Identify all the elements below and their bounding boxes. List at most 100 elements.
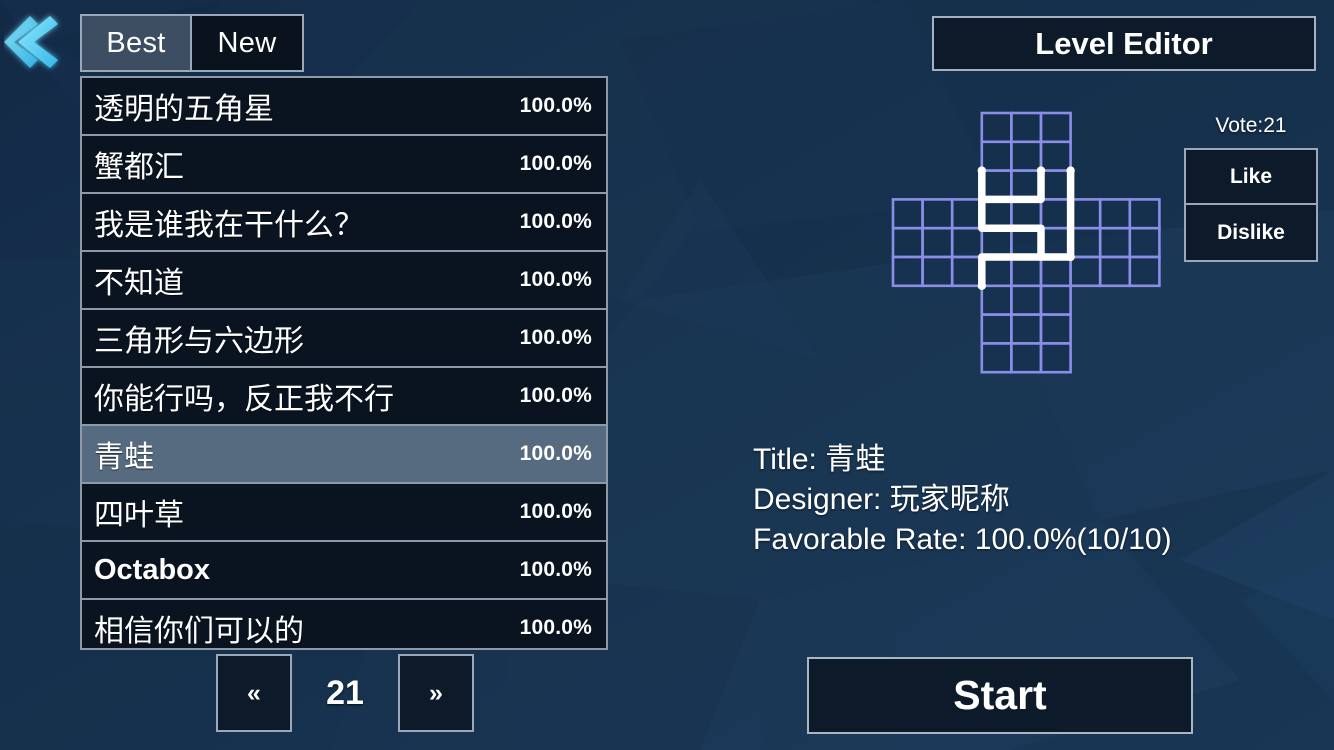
grid-cell	[1098, 226, 1132, 259]
grid-cell	[891, 255, 924, 288]
grid-cell	[1128, 198, 1161, 230]
pagination: « 21 »	[216, 654, 474, 732]
level-row-rate: 100.0%	[519, 152, 592, 175]
list-filter-tabs: Best New	[80, 14, 304, 72]
level-row[interactable]: 透明的五角星 100.0%	[82, 78, 606, 136]
grid-cell	[980, 255, 1013, 288]
level-row-rate: 100.0%	[519, 558, 592, 581]
grid-cell	[1098, 198, 1132, 230]
grid-cell	[891, 198, 924, 230]
grid-cell	[980, 226, 1013, 259]
dislike-button[interactable]: Dislike	[1186, 205, 1316, 260]
grid-cell	[1010, 342, 1043, 374]
tab-best[interactable]: Best	[80, 14, 192, 72]
level-list[interactable]: 透明的五角星 100.0% 蟹都汇 100.0% 我是谁我在干什么？ 100.0% 不知道 1…	[80, 76, 608, 650]
detail-designer: Designer: 玩家昵称	[753, 483, 1010, 516]
level-row[interactable]: 三角形与六边形 100.0%	[82, 310, 606, 368]
path-endpoint	[977, 166, 986, 175]
tab-new[interactable]: New	[192, 14, 304, 72]
level-row[interactable]: 我是谁我在干什么？ 100.0%	[82, 194, 606, 252]
level-editor-label: Level Editor	[1035, 25, 1213, 61]
grid-cell	[1010, 284, 1043, 316]
grid-cell	[980, 313, 1013, 345]
level-row-name: 你能行吗，反正我不行	[94, 383, 394, 416]
dislike-label: Dislike	[1217, 220, 1285, 244]
back-button[interactable]	[4, 8, 70, 74]
grid-cell	[1010, 313, 1043, 345]
grid-cell	[980, 111, 1013, 144]
level-row[interactable]: 不知道 100.0%	[82, 252, 606, 310]
level-row-name: 四叶草	[94, 499, 184, 532]
grid-cell	[1039, 313, 1072, 345]
grid-cell	[1098, 255, 1132, 288]
level-row-rate: 100.0%	[519, 94, 592, 117]
start-label: Start	[953, 672, 1047, 718]
grid-cell	[891, 226, 924, 259]
level-row-rate: 100.0%	[519, 268, 592, 291]
level-row-rate: 100.0%	[519, 384, 592, 407]
like-button[interactable]: Like	[1186, 150, 1316, 205]
vote-count-label: Vote:21	[1215, 114, 1287, 137]
grid-cell	[1039, 140, 1072, 172]
grid-cell	[1128, 226, 1161, 259]
level-row-name: Octabox	[94, 553, 211, 586]
chevron-left-icon	[4, 16, 58, 68]
level-row-rate: 100.0%	[519, 326, 592, 349]
level-row[interactable]: 四叶草 100.0%	[82, 484, 606, 542]
path-endpoint	[1066, 252, 1075, 262]
grid-cell	[1069, 198, 1102, 230]
grid-cell	[1010, 255, 1043, 288]
prev-page-button[interactable]: «	[216, 654, 292, 732]
grid-cell	[1039, 111, 1072, 144]
level-row-rate: 100.0%	[519, 500, 592, 523]
level-row-name: 不知道	[94, 267, 184, 300]
next-page-icon: »	[429, 678, 443, 707]
level-row-rate: 100.0%	[519, 616, 592, 639]
grid-cell	[980, 140, 1013, 172]
level-preview-grid	[891, 111, 1161, 374]
grid-cell	[1128, 255, 1161, 288]
vote-buttons: Like Dislike	[1184, 148, 1318, 262]
grid-cell	[980, 169, 1013, 201]
level-row[interactable]: 蟹都汇 100.0%	[82, 136, 606, 194]
level-row-name: 相信你们可以的	[94, 615, 304, 648]
grid-cells	[891, 111, 1161, 374]
grid-cell	[1069, 226, 1102, 259]
tab-best-label: Best	[106, 26, 166, 59]
level-row[interactable]: 相信你们可以的 100.0%	[82, 600, 606, 648]
level-row-name: 我是谁我在干什么？	[94, 209, 364, 242]
page-number: 21	[326, 673, 364, 712]
level-row-rate: 100.0%	[519, 210, 592, 233]
level-row[interactable]: 青蛙 100.0%	[82, 426, 606, 484]
level-row[interactable]: Octabox 100.0%	[82, 542, 606, 600]
prev-page-icon: «	[247, 678, 261, 707]
level-row-name: 三角形与六边形	[94, 325, 304, 358]
level-row-rate: 100.0%	[519, 442, 592, 465]
path-endpoint	[1036, 166, 1046, 175]
grid-cell	[1039, 226, 1072, 259]
grid-cell	[921, 198, 954, 230]
next-page-button[interactable]: »	[397, 654, 474, 732]
like-label: Like	[1229, 164, 1273, 188]
grid-cell	[1010, 169, 1043, 201]
grid-cell	[1010, 226, 1043, 259]
tab-new-label: New	[217, 26, 277, 59]
grid-cell	[921, 226, 954, 259]
grid-cell	[1010, 140, 1043, 172]
grid-cell	[1039, 342, 1072, 374]
level-row[interactable]: 你能行吗，反正我不行 100.0%	[82, 368, 606, 426]
grid-cell	[980, 342, 1013, 374]
grid-cell	[980, 198, 1013, 230]
level-details: Title: 青蛙 Designer: 玩家昵称 Favorable Rate:…	[753, 440, 1172, 560]
level-row-name: 青蛙	[94, 441, 154, 474]
grid-cell	[921, 255, 954, 288]
grid-cell	[950, 226, 984, 259]
level-row-name: 蟹都汇	[94, 151, 184, 184]
level-editor-button[interactable]: Level Editor	[932, 16, 1316, 71]
grid-cell	[1069, 255, 1102, 288]
path-endpoint	[977, 281, 986, 290]
grid-cell	[1010, 198, 1043, 230]
grid-cell	[1039, 198, 1072, 230]
start-button[interactable]: Start	[807, 657, 1193, 734]
grid-cell	[950, 255, 984, 288]
